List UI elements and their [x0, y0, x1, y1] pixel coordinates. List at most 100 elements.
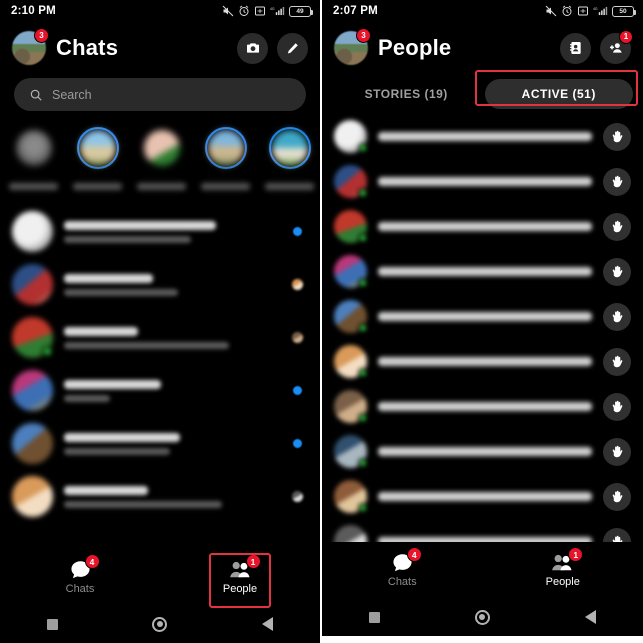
person-row[interactable]: [322, 249, 643, 294]
page-title: People: [378, 35, 452, 60]
bottom-nav-left[interactable]: 4 Chats 1 People: [0, 549, 320, 605]
android-system-nav-right[interactable]: [322, 598, 643, 636]
nav-item-people[interactable]: 1 People: [160, 553, 320, 601]
profile-avatar-button[interactable]: 3: [334, 28, 371, 65]
wave-hand-icon: [612, 400, 623, 412]
profile-avatar-button[interactable]: 3: [12, 28, 49, 65]
chat-row[interactable]: [0, 258, 320, 311]
home-circle-icon[interactable]: [474, 609, 490, 625]
add-person-button[interactable]: 1: [600, 29, 633, 64]
chat-preview: [64, 288, 178, 296]
person-avatar: [334, 345, 368, 378]
wave-button[interactable]: [603, 392, 631, 421]
wave-button[interactable]: [603, 482, 631, 511]
wave-hand-icon: [612, 490, 623, 502]
status-bar-right: 2:07 PM 4G 50: [322, 0, 643, 22]
online-indicator: [358, 233, 368, 243]
person-avatar: [334, 480, 368, 513]
chat-row[interactable]: [0, 205, 320, 258]
chat-row[interactable]: [0, 470, 320, 523]
chats-header: 3 Chats: [0, 22, 320, 74]
wave-button[interactable]: [603, 257, 631, 286]
android-system-nav-left[interactable]: [0, 605, 320, 643]
nav-item-chats[interactable]: 4 Chats: [322, 546, 483, 594]
online-indicator: [358, 503, 368, 513]
camera-button[interactable]: [237, 32, 268, 64]
chat-row[interactable]: [0, 364, 320, 417]
contacts-button[interactable]: [560, 32, 591, 64]
story-item[interactable]: [195, 121, 256, 199]
story-item[interactable]: [259, 121, 320, 199]
nav-icon-wrap: 4: [70, 554, 100, 579]
chat-preview: [64, 394, 111, 402]
person-row[interactable]: [322, 384, 643, 429]
recents-square-icon[interactable]: [47, 618, 59, 630]
back-triangle-icon[interactable]: [261, 617, 273, 631]
chat-list[interactable]: [0, 205, 320, 525]
nav-badge: 4: [406, 547, 422, 562]
story-item[interactable]: [131, 121, 192, 199]
chat-status: [286, 227, 308, 236]
chats-screen: 2:10 PM 4G 49 3 Chats Search 4 Chats 1 P…: [0, 0, 320, 643]
person-row[interactable]: [322, 159, 643, 204]
story-item[interactable]: [3, 121, 64, 199]
person-row[interactable]: [322, 429, 643, 474]
chat-name: [64, 273, 153, 283]
person-row[interactable]: [322, 294, 643, 339]
wave-hand-icon: [612, 445, 623, 457]
svg-text:4G: 4G: [270, 7, 275, 11]
status-icons: 4G 50: [545, 5, 636, 17]
story-avatar: [80, 130, 116, 166]
compose-button[interactable]: [277, 32, 308, 64]
signal-icon: 4G: [593, 7, 608, 16]
status-clock: 2:07 PM: [333, 5, 378, 17]
wave-button[interactable]: [603, 302, 631, 331]
chat-row[interactable]: [0, 417, 320, 470]
battery-icon: 49: [289, 5, 313, 17]
nav-label: People: [222, 583, 258, 595]
recents-square-icon[interactable]: [369, 611, 381, 623]
wave-button[interactable]: [603, 167, 631, 196]
wave-button[interactable]: [603, 347, 631, 376]
nav-item-chats[interactable]: 4 Chats: [0, 553, 160, 601]
online-indicator: [358, 143, 368, 153]
nav-badge: 1: [245, 554, 261, 569]
chat-row[interactable]: [0, 311, 320, 364]
story-avatar: [16, 130, 52, 166]
bottom-nav-right[interactable]: 4 Chats 1 People: [322, 542, 643, 598]
story-name: [73, 183, 122, 190]
wave-button[interactable]: [603, 437, 631, 466]
people-tabs[interactable]: STORIES (19) ACTIVE (51): [322, 74, 643, 114]
person-name: [378, 447, 592, 456]
chat-avatar: [12, 211, 53, 252]
person-row[interactable]: [322, 474, 643, 519]
person-avatar: [334, 390, 368, 423]
person-row[interactable]: [322, 114, 643, 159]
wave-button[interactable]: [603, 212, 631, 241]
wave-hand-icon: [612, 220, 623, 232]
chat-avatar: [12, 317, 53, 358]
signal-icon: 4G: [270, 7, 285, 16]
person-row[interactable]: [322, 204, 643, 249]
tab-stories[interactable]: STORIES (19): [332, 79, 481, 109]
status-clock: 2:10 PM: [11, 5, 56, 17]
contacts-book-icon: [569, 42, 581, 54]
story-name: [9, 183, 58, 190]
chat-name: [64, 220, 216, 230]
wave-button[interactable]: [603, 122, 631, 151]
person-name: [378, 312, 592, 321]
back-triangle-icon[interactable]: [584, 610, 596, 624]
chat-text: [64, 220, 275, 243]
home-circle-icon[interactable]: [152, 616, 168, 632]
chat-text: [64, 379, 275, 402]
stories-strip[interactable]: [0, 119, 320, 205]
nav-item-people[interactable]: 1 People: [483, 546, 643, 594]
person-row[interactable]: [322, 339, 643, 384]
person-name: [378, 222, 592, 231]
story-item[interactable]: [67, 121, 128, 199]
header-actions: [237, 32, 308, 64]
person-name: [378, 402, 592, 411]
tab-active[interactable]: ACTIVE (51): [484, 79, 633, 109]
people-list[interactable]: [322, 114, 643, 564]
search-input[interactable]: Search: [14, 78, 306, 111]
